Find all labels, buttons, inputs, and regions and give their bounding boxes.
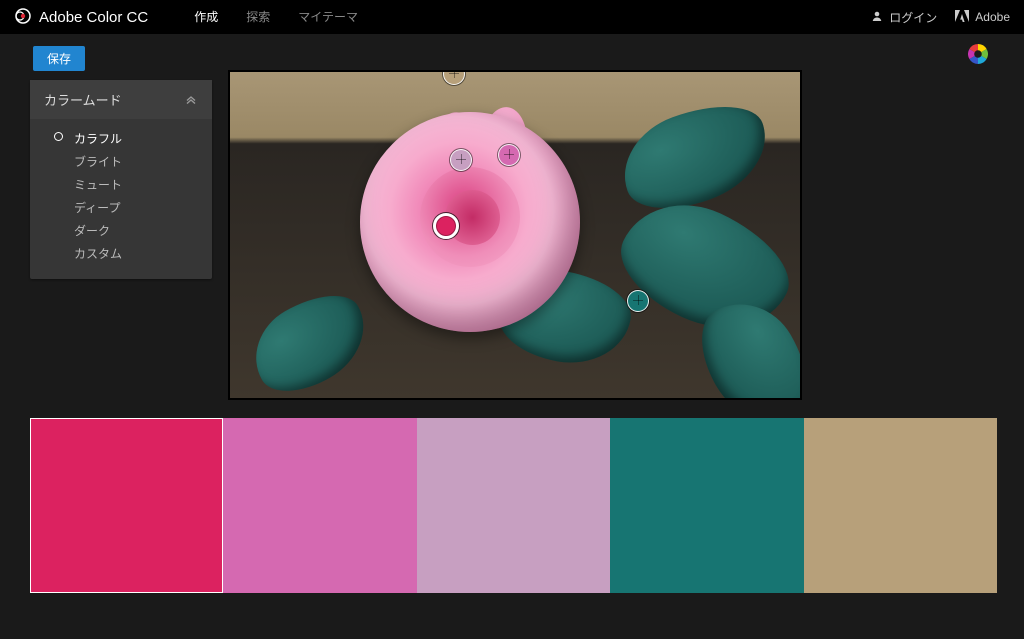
color-picker-3[interactable]	[498, 144, 520, 166]
login-label: ログイン	[889, 9, 937, 26]
mood-option-bright[interactable]: ブライト	[30, 150, 212, 173]
mood-option-deep[interactable]: ディープ	[30, 196, 212, 219]
crosshair-icon	[458, 157, 464, 163]
crosshair-icon	[506, 152, 512, 158]
tab-my-themes[interactable]: マイテーマ	[284, 0, 372, 34]
swatch-3[interactable]	[417, 418, 610, 593]
mood-option-custom[interactable]: カスタム	[30, 242, 212, 265]
swatch-2[interactable]	[223, 418, 416, 593]
color-mood-header[interactable]: カラームード	[30, 80, 212, 119]
nav-right: ログイン Adobe	[871, 9, 1010, 26]
login-button[interactable]: ログイン	[871, 9, 937, 26]
adobe-color-logo-icon	[14, 7, 32, 28]
tab-create[interactable]: 作成	[180, 0, 232, 34]
color-picker-primary[interactable]	[433, 213, 459, 239]
toolbar: 保存	[0, 34, 1024, 70]
image-canvas[interactable]	[228, 70, 802, 400]
save-button[interactable]: 保存	[33, 46, 85, 71]
palette-swatches	[30, 418, 997, 593]
nav-tabs: 作成 探索 マイテーマ	[180, 0, 372, 34]
swatch-1[interactable]	[30, 418, 223, 593]
mood-option-dark[interactable]: ダーク	[30, 219, 212, 242]
chevron-up-icon	[184, 92, 198, 107]
color-picker-2[interactable]	[450, 149, 472, 171]
crosshair-icon	[451, 71, 457, 77]
color-wheel-button[interactable]	[968, 44, 988, 64]
color-mood-panel: カラームード カラフル ブライト ミュート ディープ ダーク カスタム	[30, 80, 212, 279]
panel-title: カラームード	[44, 90, 122, 109]
tab-explore[interactable]: 探索	[232, 0, 284, 34]
adobe-label: Adobe	[975, 10, 1010, 24]
swatch-5[interactable]	[804, 418, 997, 593]
mood-list: カラフル ブライト ミュート ディープ ダーク カスタム	[30, 119, 212, 279]
brand: Adobe Color CC	[14, 7, 148, 28]
color-picker-5[interactable]	[627, 290, 649, 312]
user-icon	[871, 10, 883, 25]
mood-option-muted[interactable]: ミュート	[30, 173, 212, 196]
adobe-logo-icon	[955, 10, 969, 25]
brand-name: Adobe Color CC	[39, 9, 148, 26]
swatch-4[interactable]	[610, 418, 803, 593]
radio-icon	[54, 132, 63, 141]
footer-gap	[0, 593, 1024, 639]
top-navbar: Adobe Color CC 作成 探索 マイテーマ ログイン Adobe	[0, 0, 1024, 34]
crosshair-icon	[635, 298, 641, 304]
source-image	[230, 72, 800, 398]
mood-option-colorful[interactable]: カラフル	[30, 127, 212, 150]
adobe-link[interactable]: Adobe	[955, 10, 1010, 25]
